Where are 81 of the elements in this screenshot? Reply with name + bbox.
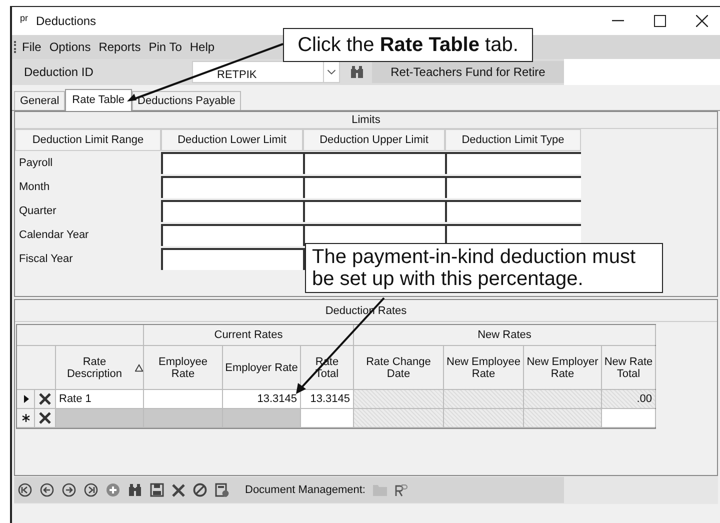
table-cell[interactable] xyxy=(301,409,354,427)
table-cell[interactable]: 13.3145 xyxy=(301,390,354,408)
minimize-icon[interactable] xyxy=(612,20,624,22)
last-record-icon[interactable] xyxy=(84,483,98,497)
window-title: Deductions xyxy=(36,13,96,30)
table-cell[interactable] xyxy=(354,390,444,408)
save-icon[interactable] xyxy=(150,483,164,497)
binoculars-icon[interactable] xyxy=(128,483,142,497)
previous-record-icon[interactable] xyxy=(40,483,54,497)
table-cell[interactable] xyxy=(444,409,524,427)
table-cell[interactable] xyxy=(524,390,602,408)
tab[interactable]: Rate Table xyxy=(65,89,132,111)
table-cell[interactable]: .00 xyxy=(602,390,656,408)
input-field[interactable] xyxy=(161,176,303,198)
column-header: Employee Rate xyxy=(158,356,208,380)
input-field[interactable] xyxy=(445,152,581,174)
binoculars-icon[interactable] xyxy=(350,65,364,79)
table-cell[interactable] xyxy=(354,409,444,427)
callout-tooltip: The payment-in-kind deduction must be set up with this percentage. xyxy=(305,243,663,293)
input-field[interactable] xyxy=(161,224,303,246)
folder-icon xyxy=(373,484,388,496)
column-header: Rate Change Date xyxy=(365,356,432,380)
column-header: New Employee Rate xyxy=(446,356,522,380)
input-field[interactable] xyxy=(161,248,303,270)
add-icon[interactable] xyxy=(106,483,120,497)
row-label: Payroll xyxy=(18,156,54,171)
table-cell[interactable] xyxy=(602,409,656,427)
menu-item[interactable]: Pin To xyxy=(148,38,182,56)
panel-title: Limits xyxy=(15,112,717,129)
row-label: Month xyxy=(18,180,51,195)
column-header: New Employer Rate xyxy=(526,356,600,380)
delete-row-icon[interactable] xyxy=(39,393,51,405)
column-header: Deduction Upper Limit xyxy=(303,129,445,151)
app-icon-text: pr xyxy=(20,12,28,26)
row-label: Calendar Year xyxy=(18,228,90,243)
input-field[interactable] xyxy=(303,200,445,222)
table-cell[interactable] xyxy=(524,409,602,427)
field-label: Deduction ID xyxy=(23,64,94,81)
column-header: New Rate Total xyxy=(603,356,654,380)
column-header: Deduction Lower Limit xyxy=(161,129,303,151)
menu-item[interactable]: File xyxy=(22,38,42,56)
deduction-id-dropdown[interactable]: RETPIK xyxy=(192,61,340,83)
column-header: Rate Description xyxy=(66,356,123,380)
tab[interactable]: General xyxy=(14,91,66,110)
cancel-icon[interactable] xyxy=(193,483,207,497)
toolbar-label: Document Management: xyxy=(245,482,366,498)
row-label: Quarter xyxy=(18,204,58,219)
column-header: Employer Rate xyxy=(224,362,299,374)
input-field[interactable] xyxy=(161,152,303,174)
table-cell[interactable] xyxy=(144,409,223,427)
input-field[interactable] xyxy=(303,176,445,198)
save-new-icon[interactable] xyxy=(215,483,229,497)
delete-row-icon[interactable] xyxy=(39,412,51,424)
table-cell[interactable]: 13.3145 xyxy=(223,390,301,408)
table-cell[interactable] xyxy=(444,390,524,408)
input-field[interactable] xyxy=(303,152,445,174)
row-label: Fiscal Year xyxy=(18,252,74,267)
menu-item[interactable]: Options xyxy=(49,38,91,56)
tab[interactable]: Deductions Payable xyxy=(132,91,242,110)
column-header: Deduction Limit Type xyxy=(445,129,581,151)
menu-item[interactable]: Reports xyxy=(98,38,141,56)
report-icon[interactable] xyxy=(395,484,408,496)
column-group-header: New Rates xyxy=(354,325,656,345)
table-cell[interactable] xyxy=(144,390,223,408)
column-group-header: Current Rates xyxy=(144,325,354,345)
callout-tooltip: Click the Rate Table tab. xyxy=(283,28,533,62)
table-cell[interactable] xyxy=(223,409,301,427)
maximize-icon[interactable] xyxy=(654,15,666,27)
next-record-icon[interactable] xyxy=(62,483,76,497)
input-field[interactable] xyxy=(161,200,303,222)
table-cell[interactable]: Rate 1 xyxy=(56,390,144,408)
input-field[interactable] xyxy=(445,200,581,222)
first-record-icon[interactable] xyxy=(18,483,32,497)
menu-item[interactable]: Help xyxy=(190,38,215,56)
description-button[interactable]: Ret-Teachers Fund for Retire xyxy=(372,61,564,83)
delete-icon[interactable] xyxy=(172,484,185,496)
table-cell[interactable] xyxy=(56,409,144,427)
sort-icon[interactable] xyxy=(134,364,143,372)
column-header: Deduction Limit Range xyxy=(15,129,161,151)
input-field[interactable] xyxy=(445,176,581,198)
close-icon[interactable] xyxy=(696,15,708,27)
